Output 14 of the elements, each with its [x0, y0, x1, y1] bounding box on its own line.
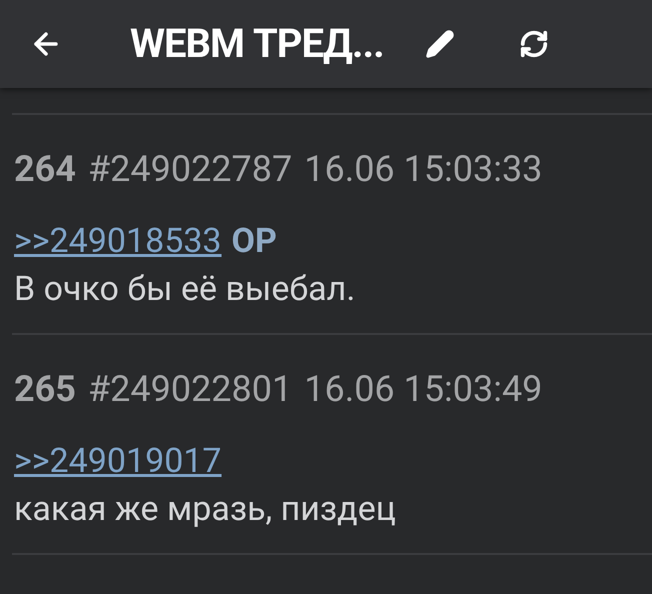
- post-number: 265: [14, 367, 76, 411]
- post-id: #249022787: [88, 147, 292, 191]
- refresh-icon: [518, 29, 549, 59]
- post-text: какая же мразь, пиздец: [14, 488, 397, 531]
- post-number: 264: [14, 147, 76, 191]
- pencil-icon: [424, 29, 455, 59]
- toolbar-title: WEBM ТРЕД...: [130, 19, 384, 69]
- reply-link[interactable]: >>249019017: [14, 439, 222, 483]
- post-date: 16.06 15:03:33: [304, 147, 542, 191]
- reply-link[interactable]: >>249018533: [14, 219, 222, 263]
- post-id: #249022801: [88, 367, 292, 411]
- post-text: В очко бы её выебал.: [14, 268, 356, 311]
- op-mark: OP: [232, 220, 277, 263]
- post-date: 16.06 15:03:49: [304, 367, 542, 411]
